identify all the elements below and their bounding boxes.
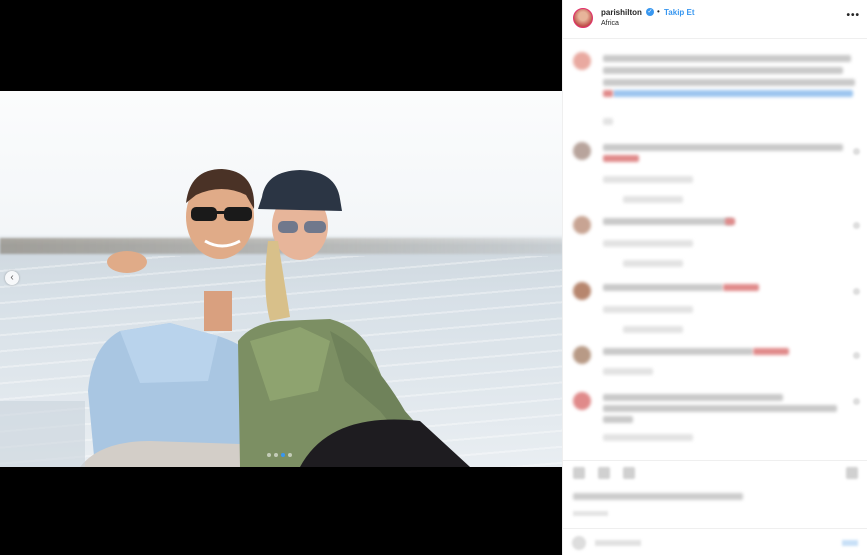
blurred-meta xyxy=(603,176,693,183)
blurred-comment-text xyxy=(603,284,723,291)
blurred-replies xyxy=(623,196,683,203)
carousel-indicator xyxy=(267,453,292,457)
comment-avatar[interactable] xyxy=(573,282,591,300)
comment-avatar[interactable] xyxy=(573,52,591,70)
follow-button[interactable]: Takip Et xyxy=(664,8,695,17)
blurred-comment-text xyxy=(603,348,753,355)
save-bookmark-icon[interactable] xyxy=(846,467,858,479)
post-header: parishilton ✓ • Takip Et Africa ••• xyxy=(563,0,867,39)
blurred-meta xyxy=(603,118,613,125)
share-icon[interactable] xyxy=(623,467,635,479)
username-link[interactable]: parishilton xyxy=(601,8,642,17)
comment-bubble-icon[interactable] xyxy=(598,467,610,479)
comment-like-icon[interactable] xyxy=(853,352,860,359)
blurred-emoji xyxy=(723,284,759,291)
carousel-dot xyxy=(274,453,278,457)
post-side-panel: parishilton ✓ • Takip Et Africa ••• xyxy=(562,0,867,555)
blurred-emoji xyxy=(725,218,735,225)
carousel-dot-active xyxy=(281,453,285,457)
blurred-meta xyxy=(603,434,693,441)
more-options-icon[interactable]: ••• xyxy=(846,10,860,21)
comment-avatar[interactable] xyxy=(573,216,591,234)
blurred-emoji xyxy=(603,90,613,97)
blurred-comment-text xyxy=(603,144,843,151)
blurred-comment-text xyxy=(603,416,633,423)
blurred-emoji xyxy=(603,155,639,162)
post-actions-bar xyxy=(563,460,867,485)
comment-avatar[interactable] xyxy=(573,392,591,410)
verified-badge-icon: ✓ xyxy=(646,8,654,16)
carousel-dot xyxy=(288,453,292,457)
blurred-post-date xyxy=(573,511,608,516)
emoji-icon[interactable] xyxy=(572,536,586,550)
blurred-emoji xyxy=(753,348,789,355)
carousel-dot xyxy=(267,453,271,457)
comment-avatar[interactable] xyxy=(573,142,591,160)
photo-people-illustration xyxy=(0,169,470,467)
comment-input[interactable] xyxy=(595,540,641,546)
blurred-comment-text xyxy=(603,405,837,412)
comment-like-icon[interactable] xyxy=(853,222,860,229)
post-photo: ‹ xyxy=(0,91,562,467)
location-link[interactable]: Africa xyxy=(601,20,619,27)
post-comment-button[interactable] xyxy=(842,540,858,546)
blurred-meta xyxy=(603,368,653,375)
blurred-meta xyxy=(603,306,693,313)
blurred-comment-text xyxy=(603,79,855,86)
blurred-replies xyxy=(623,326,683,333)
blurred-likes-summary xyxy=(573,493,743,500)
blurred-comment-text xyxy=(603,55,851,62)
blurred-meta xyxy=(603,240,693,247)
blurred-replies xyxy=(623,260,683,267)
blurred-comment-text xyxy=(603,218,733,225)
comment-avatar[interactable] xyxy=(573,346,591,364)
add-comment-bar xyxy=(563,528,867,556)
like-heart-icon[interactable] xyxy=(573,467,585,479)
blurred-comment-text xyxy=(613,90,853,97)
blurred-comment-text xyxy=(603,394,783,401)
comment-like-icon[interactable] xyxy=(853,288,860,295)
comment-like-icon[interactable] xyxy=(853,148,860,155)
post-media-area: ‹ xyxy=(0,0,562,555)
profile-avatar[interactable] xyxy=(573,8,593,28)
carousel-prev-button[interactable]: ‹ xyxy=(5,271,19,285)
comment-like-icon[interactable] xyxy=(853,398,860,405)
header-separator: • xyxy=(657,7,660,16)
blurred-comment-text xyxy=(603,67,843,74)
